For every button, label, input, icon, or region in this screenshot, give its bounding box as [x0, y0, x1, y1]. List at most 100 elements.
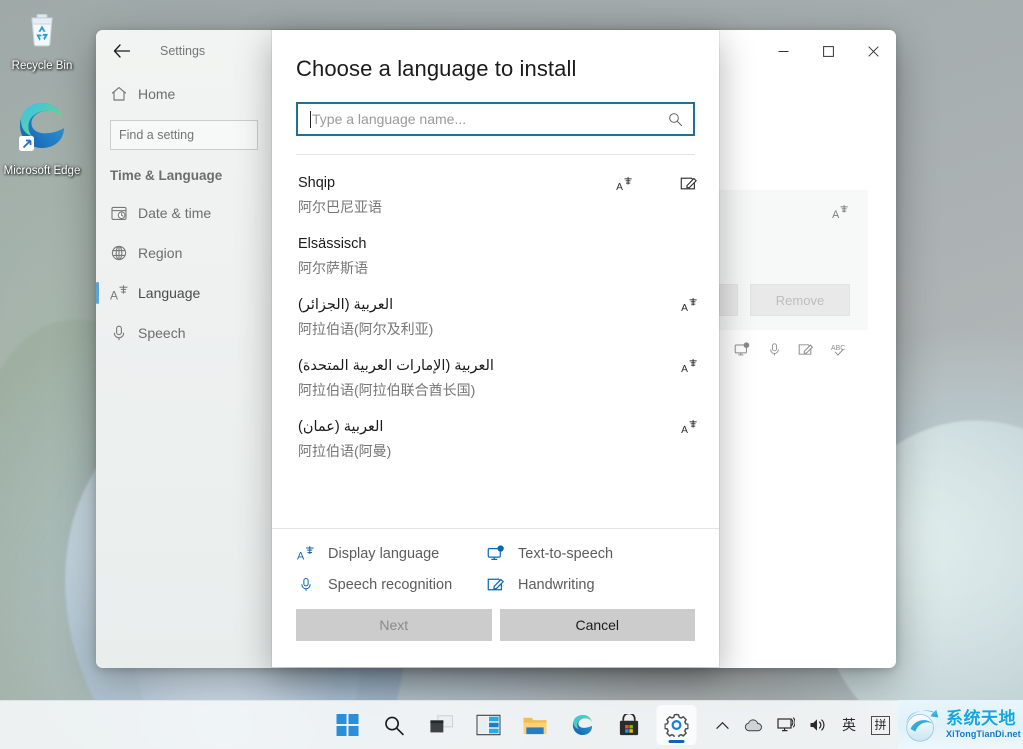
close-icon: [868, 45, 879, 57]
language-feature-icons: A: [681, 297, 699, 318]
volume-button[interactable]: [804, 710, 832, 740]
folder-icon: [523, 717, 547, 735]
desktop-icon-label: Recycle Bin: [11, 60, 73, 72]
svg-text:A: A: [681, 425, 688, 435]
taskbar[interactable]: 英 拼 系统天地 XiTongTianDi.net: [0, 700, 1023, 749]
handwriting-icon: [798, 342, 815, 362]
display-language-icon: A: [681, 419, 699, 440]
display-language-icon: A: [681, 358, 699, 379]
sidebar-item-label: Language: [138, 285, 201, 301]
legend-label: Speech recognition: [328, 576, 453, 593]
language-native-name: العربية (الجزائر): [298, 297, 394, 313]
recycle-bin-icon: [21, 8, 63, 55]
speech-recognition-icon: [296, 576, 316, 593]
start-button[interactable]: [327, 705, 367, 745]
desktop-icon-recycle-bin[interactable]: Recycle Bin: [2, 8, 82, 73]
desktop-icon-microsoft-edge[interactable]: Microsoft Edge: [2, 95, 82, 178]
file-explorer-button[interactable]: [515, 705, 555, 745]
language-feature-icons: A: [681, 419, 699, 440]
list-item[interactable]: العربية (الإمارات العربية المتحدة) 阿拉伯语(…: [272, 348, 719, 409]
display-language-icon: A: [616, 176, 634, 197]
legend-item-display-language: A Display language: [296, 545, 486, 563]
ime-language-indicator[interactable]: 英: [836, 710, 862, 740]
text-to-speech-icon: [486, 545, 506, 562]
cancel-button[interactable]: Cancel: [499, 609, 695, 641]
svg-text:A: A: [681, 303, 688, 313]
list-item[interactable]: العربية (عمان) 阿拉伯语(阿曼) A: [272, 409, 719, 470]
dialog-header: Choose a language to install Type a lang…: [272, 30, 719, 155]
sidebar-item-speech[interactable]: Speech: [96, 313, 273, 353]
window-controls[interactable]: [761, 30, 896, 72]
ime-mode-indicator[interactable]: 拼: [866, 710, 895, 740]
list-item[interactable]: Shqip 阿尔巴尼亚语 A: [272, 165, 719, 226]
language-translated-name: 阿拉伯语(阿曼): [298, 443, 392, 459]
sidebar-item-date-time[interactable]: Date & time: [96, 193, 273, 233]
search-button[interactable]: [374, 705, 414, 745]
settings-sidebar[interactable]: Settings Home Time & Language: [96, 30, 273, 668]
language-search-box[interactable]: Type a language name...: [296, 102, 695, 136]
next-button[interactable]: Next: [296, 609, 492, 641]
microsoft-edge-button[interactable]: [562, 705, 602, 745]
dialog-actions[interactable]: Next Cancel: [272, 599, 719, 667]
system-tray[interactable]: 英 拼: [709, 710, 895, 740]
maximize-icon: [823, 45, 834, 57]
onedrive-button[interactable]: [739, 710, 768, 740]
display-language-icon: A: [832, 204, 850, 225]
dialog-title: Choose a language to install: [296, 56, 577, 81]
maximize-button[interactable]: [806, 30, 851, 72]
svg-text:A: A: [110, 289, 118, 303]
window-title: Settings: [160, 44, 206, 58]
legend-item-text-to-speech: Text-to-speech: [486, 545, 695, 562]
home-icon: [110, 85, 138, 103]
sidebar-item-label: Date & time: [138, 205, 212, 221]
sidebar-header: Settings: [96, 30, 273, 72]
language-feature-icons: A: [681, 358, 699, 379]
legend-label: Handwriting: [518, 576, 595, 593]
close-button[interactable]: [851, 30, 896, 72]
ime-mode-label: 拼: [871, 715, 890, 735]
sidebar-item-language[interactable]: A Language: [96, 273, 273, 313]
gear-icon: [664, 713, 688, 737]
remove-button[interactable]: Remove: [750, 284, 850, 316]
microsoft-edge-icon: [572, 715, 592, 735]
sidebar-category-heading: Time & Language: [110, 168, 223, 183]
language-native-name: العربية (الإمارات العربية المتحدة): [298, 358, 494, 374]
language-translated-name: 阿拉伯语(阿尔及利亚): [298, 321, 434, 337]
microsoft-store-button[interactable]: [609, 705, 649, 745]
settings-button[interactable]: [656, 705, 696, 745]
taskbar-buttons[interactable]: [327, 705, 696, 745]
widgets-button[interactable]: [468, 705, 508, 745]
sidebar-item-home[interactable]: Home: [96, 72, 273, 116]
feature-legend: A Display language Text-to-speech Speech…: [272, 529, 719, 599]
legend-label: Text-to-speech: [518, 545, 614, 562]
globe-icon: [110, 244, 138, 262]
desktop[interactable]: Recycle Bin Microsoft Edge Settings Home…: [0, 0, 1023, 749]
search-icon[interactable]: [668, 112, 683, 127]
language-translated-name: 阿尔巴尼亚语: [298, 199, 382, 215]
desktop-icon-label: Microsoft Edge: [3, 165, 81, 177]
choose-language-dialog[interactable]: Choose a language to install Type a lang…: [272, 30, 719, 667]
sidebar-item-region[interactable]: Region: [96, 233, 273, 273]
language-list[interactable]: Shqip 阿尔巴尼亚语 A Elsässisch 阿尔萨斯语 العربية …: [272, 155, 719, 528]
network-button[interactable]: [772, 710, 800, 740]
microsoft-edge-icon: [12, 95, 72, 160]
list-item[interactable]: العربية (الجزائر) 阿拉伯语(阿尔及利亚) A: [272, 287, 719, 348]
chevron-up-icon: [715, 721, 729, 729]
minimize-button[interactable]: [761, 30, 806, 72]
speech-recognition-icon: [767, 342, 782, 362]
legend-item-handwriting: Handwriting: [486, 576, 695, 593]
show-hidden-icons-button[interactable]: [709, 710, 735, 740]
windows-logo-icon: [336, 714, 358, 736]
back-button[interactable]: [108, 38, 134, 64]
task-view-button[interactable]: [421, 705, 461, 745]
site-watermark: 系统天地 XiTongTianDi.net: [898, 700, 1023, 749]
display-language-icon: A: [296, 545, 316, 562]
microsoft-store-icon: [619, 713, 639, 735]
text-caret: [310, 110, 311, 128]
svg-text:A: A: [616, 181, 623, 191]
search-input-placeholder[interactable]: Type a language name...: [312, 111, 668, 127]
list-item[interactable]: Elsässisch 阿尔萨斯语: [272, 226, 719, 287]
svg-text:A: A: [297, 551, 305, 562]
sidebar-item-label: Speech: [138, 325, 186, 341]
find-a-setting-input[interactable]: [110, 120, 258, 150]
